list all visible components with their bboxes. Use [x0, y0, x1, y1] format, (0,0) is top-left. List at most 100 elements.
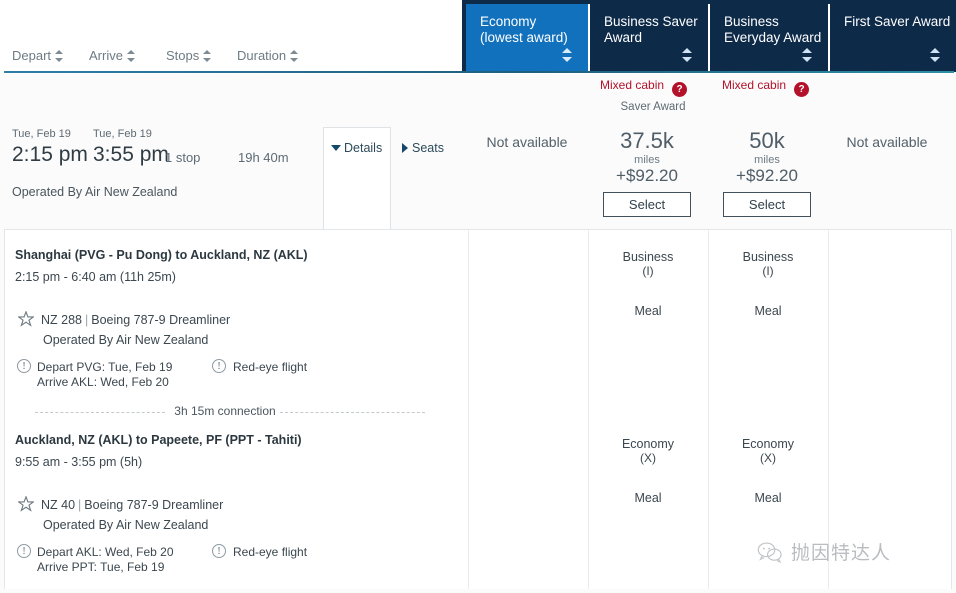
cabin-name: Economy: [741, 437, 795, 451]
flight-separator: |: [85, 313, 89, 327]
connection-duration: 3h 15m connection: [174, 404, 276, 418]
tab-economy-lowest-award[interactable]: Economy (lowest award): [466, 4, 590, 72]
tab-first-saver-award[interactable]: First Saver Award: [830, 4, 956, 72]
sort-arrows-icon: [55, 50, 64, 62]
segment-2-cabin-business-saver: Economy (X) Meal: [588, 437, 708, 505]
fare-miles-amount: 37.5k: [620, 128, 674, 153]
tab-business-everyday-line1: Business: [724, 14, 779, 29]
segment-depart-note: Depart PVG: Tue, Feb 19: [37, 360, 173, 374]
segment-flight-line: NZ 288 | Boeing 787-9 Dreamliner: [41, 313, 230, 327]
star-alliance-icon: [18, 496, 34, 512]
aircraft-type: Boeing 787-9 Dreamliner: [91, 313, 231, 327]
cabin-meal: Meal: [754, 304, 782, 318]
column-divider: [828, 230, 829, 589]
column-divider: [468, 230, 469, 589]
tab-business-everyday-award[interactable]: Business Everyday Award: [710, 4, 830, 72]
watermark: 抛因特达人: [757, 538, 891, 565]
segment-depart-note: Depart AKL: Wed, Feb 20: [37, 545, 174, 559]
sort-depart[interactable]: Depart: [12, 48, 64, 63]
segment-2-cabin-business-everyday: Economy (X) Meal: [708, 437, 828, 505]
flight-number: NZ 288: [41, 313, 82, 327]
sort-duration[interactable]: Duration: [237, 48, 299, 63]
connection-divider: 3h 15m connection: [5, 404, 465, 420]
sort-stops[interactable]: Stops: [166, 48, 212, 63]
tab-business-saver-line2: Award: [604, 30, 643, 45]
mixed-cabin-label: Mixed cabin: [600, 78, 665, 92]
sort-arrows-icon[interactable]: [682, 48, 692, 62]
info-icon: !: [212, 359, 226, 373]
sort-arrows-icon: [290, 50, 299, 62]
details-toggle[interactable]: Details: [331, 141, 382, 155]
flight-number: NZ 40: [41, 498, 76, 512]
itinerary-details-panel: Shanghai (PVG - Pu Dong) to Auckland, NZ…: [4, 229, 952, 589]
details-label: Details: [344, 141, 383, 155]
sort-depart-label: Depart: [12, 48, 52, 63]
segment-flight-line: NZ 40 | Boeing 787-9 Dreamliner: [41, 498, 223, 512]
fare-miles-unit: miles: [754, 154, 780, 166]
info-icon: !: [17, 544, 31, 558]
connection-line-left: [35, 412, 165, 413]
sort-arrows-icon[interactable]: [562, 48, 572, 62]
sort-arrive-label: Arrive: [89, 48, 123, 63]
aircraft-type: Boeing 787-9 Dreamliner: [84, 498, 224, 512]
mixed-cabin-notice-business-saver: Mixed cabin?: [600, 78, 688, 100]
select-button-business-saver[interactable]: Select: [603, 192, 691, 217]
question-mark-icon[interactable]: ?: [794, 82, 810, 97]
info-icon: !: [17, 359, 31, 373]
sort-arrows-icon[interactable]: [802, 48, 812, 62]
segment-route: Auckland, NZ (AKL) to Papeete, PF (PPT -…: [15, 433, 302, 447]
fare-not-available: Not available: [846, 134, 928, 150]
segment-route: Shanghai (PVG - Pu Dong) to Auckland, NZ…: [15, 248, 308, 262]
arrive-time: 3:55 pm: [93, 143, 169, 166]
seats-toggle[interactable]: Seats: [402, 141, 444, 155]
info-icon: !: [212, 544, 226, 558]
header-divider: [4, 71, 954, 73]
flight-separator: |: [78, 498, 82, 512]
wechat-icon: [757, 542, 782, 563]
tab-economy-line2: (lowest award): [480, 30, 568, 45]
sort-arrows-icon[interactable]: [930, 48, 940, 62]
question-mark-icon[interactable]: ?: [672, 82, 688, 97]
cabin-name: Business: [622, 250, 674, 264]
fare-cash-amount: +$92.20: [736, 166, 798, 185]
star-alliance-icon: [18, 311, 34, 327]
cabin-name: Business: [742, 250, 794, 264]
segment-operated-by: Operated By Air New Zealand: [43, 333, 209, 347]
cabin-code: (X): [760, 451, 776, 465]
cabin-meal: Meal: [634, 491, 662, 505]
connection-line-right: [280, 412, 425, 413]
operated-by-summary: Operated By Air New Zealand: [12, 185, 178, 199]
fare-cash-amount: +$92.20: [616, 166, 678, 185]
segment-redeye-note: Red-eye flight: [233, 360, 308, 374]
total-duration: 19h 40m: [238, 150, 289, 165]
segment-operated-by: Operated By Air New Zealand: [43, 518, 209, 532]
cabin-code: (X): [640, 451, 656, 465]
tab-first-saver-line1: First Saver Award: [844, 14, 951, 29]
sort-arrows-icon: [203, 50, 212, 62]
tab-business-everyday-line2: Everyday Award: [724, 30, 822, 45]
sort-arrive[interactable]: Arrive: [89, 48, 135, 63]
seats-label: Seats: [412, 141, 444, 155]
fare-miles-amount: 50k: [749, 128, 785, 153]
segment-arrive-note: Arrive PPT: Tue, Feb 19: [37, 560, 165, 574]
tab-business-saver-award[interactable]: Business Saver Award: [590, 4, 710, 72]
stops-count: 1 stop: [165, 150, 201, 165]
select-button-business-everyday[interactable]: Select: [723, 192, 811, 217]
fare-miles-unit: miles: [634, 154, 660, 166]
segment-1-cabin-business-everyday: Business (I) Meal: [708, 250, 828, 318]
segment-redeye-note: Red-eye flight: [233, 545, 308, 559]
tab-economy-line1: Economy: [480, 14, 537, 29]
cabin-code: (I): [642, 264, 654, 278]
sort-arrows-icon: [126, 50, 135, 62]
depart-time: 2:15 pm: [12, 143, 88, 166]
cabin-name: Economy: [621, 437, 675, 451]
tab-business-saver-line1: Business Saver: [604, 14, 698, 29]
fare-not-available: Not available: [486, 134, 568, 150]
arrive-date: Tue, Feb 19: [93, 128, 152, 140]
saver-award-label: Saver Award: [620, 101, 686, 113]
sort-stops-label: Stops: [166, 48, 200, 63]
segment-1-cabin-business-saver: Business (I) Meal: [588, 250, 708, 318]
watermark-text: 抛因特达人: [791, 542, 892, 564]
cabin-meal: Meal: [634, 304, 662, 318]
depart-date: Tue, Feb 19: [12, 128, 71, 140]
